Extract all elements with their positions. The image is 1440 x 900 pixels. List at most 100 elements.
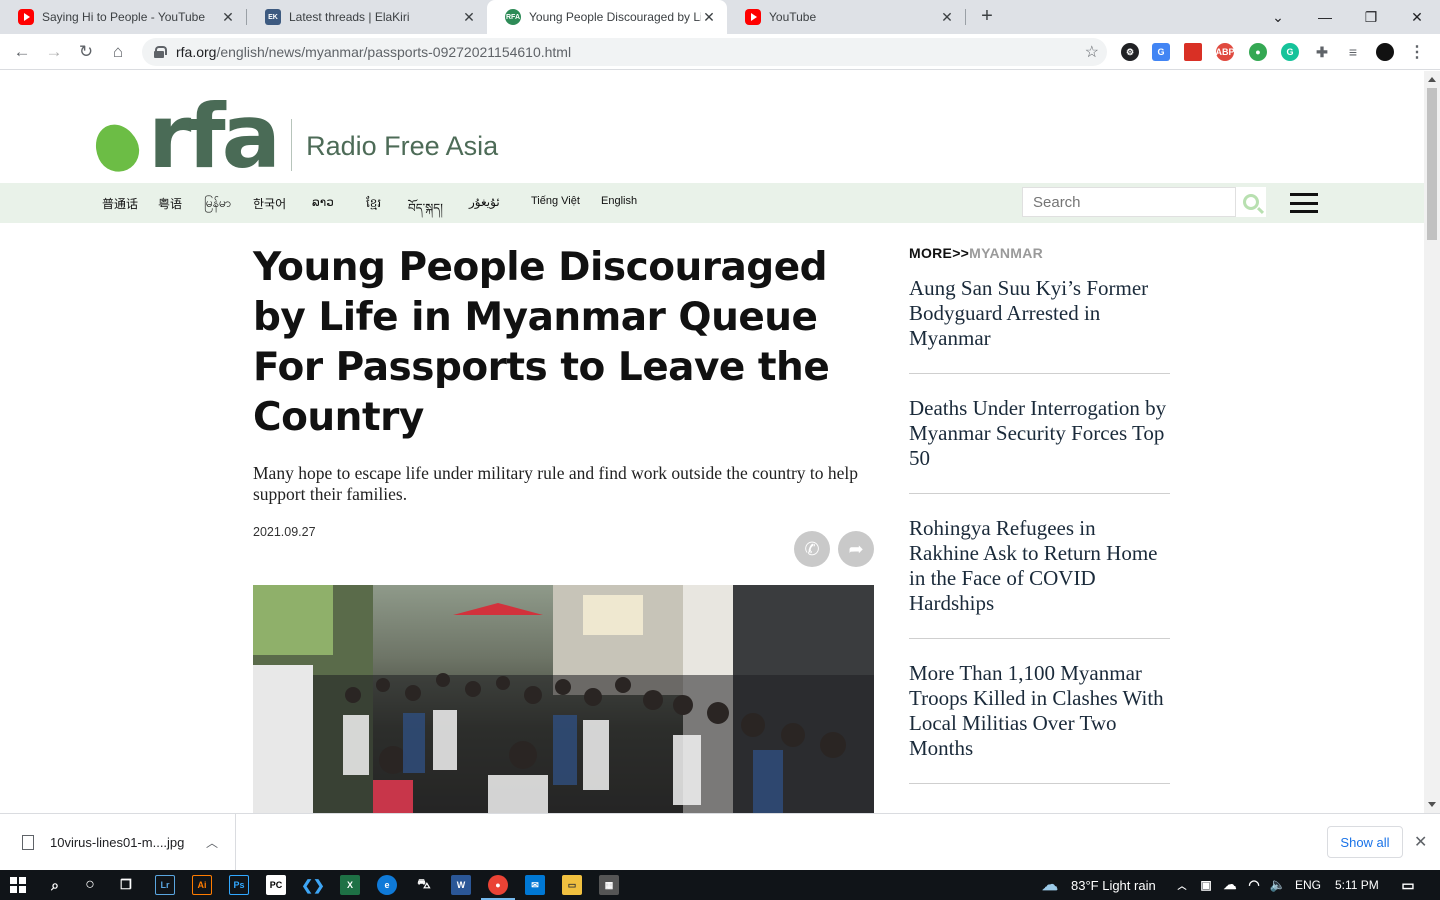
show-all-button[interactable]: Show all [1327, 826, 1403, 858]
lang-cantonese[interactable]: 粤语 [158, 195, 182, 212]
lang-tibetan[interactable]: བོད་སྐད། [408, 195, 443, 229]
address-bar[interactable]: rfa.org/english/news/myanmar/passports-0… [142, 38, 1107, 66]
tab-title: YouTube [769, 10, 817, 24]
whatsapp-share-icon[interactable]: ✆ [794, 531, 830, 567]
store-icon[interactable]: ⛍ [414, 875, 434, 895]
adblock-icon[interactable]: ABP [1216, 43, 1235, 61]
rfa-icon: RFA [505, 9, 521, 25]
illustrator-icon[interactable]: Ai [192, 875, 212, 895]
profile-avatar[interactable] [1376, 43, 1394, 61]
wifi-icon[interactable]: ◠ [1244, 875, 1264, 895]
pycharm-icon[interactable]: PC [266, 875, 286, 895]
lang-korean[interactable]: 한국어 [253, 195, 286, 212]
close-window-button[interactable]: ✕ [1394, 0, 1440, 34]
minimize-button[interactable]: — [1302, 0, 1348, 34]
mail-icon[interactable]: ✉ [525, 875, 545, 895]
search-input[interactable]: Search [1022, 187, 1236, 217]
lang-khmer[interactable]: ខ្មែរ [366, 195, 381, 213]
url-host: rfa.org [176, 44, 217, 60]
scroll-down-icon[interactable] [1428, 802, 1436, 807]
sidebar-story-4[interactable]: More Than 1,100 Myanmar Troops Killed in… [909, 661, 1170, 761]
download-item[interactable]: 10virus-lines01-m....jpg ︿ [0, 814, 236, 871]
tab-title: Young People Discouraged by Lif [529, 10, 701, 24]
clock-time[interactable]: 5:11 PM [1335, 878, 1379, 892]
story-divider [909, 783, 1170, 784]
story-divider [909, 493, 1170, 494]
tray-app-icon[interactable]: ▣ [1196, 875, 1216, 895]
file-explorer-icon[interactable]: ▭ [562, 875, 582, 895]
close-icon[interactable]: ✕ [701, 9, 717, 26]
onedrive-icon[interactable]: ☁ [1220, 875, 1240, 895]
notification-center-icon[interactable]: ▭ [1398, 875, 1418, 895]
chrome-icon[interactable]: ● [488, 875, 508, 895]
task-view-icon[interactable]: ❐ [116, 875, 136, 895]
chevron-up-icon[interactable]: ︿ [1172, 875, 1192, 895]
file-icon [22, 835, 34, 850]
scroll-thumb[interactable] [1427, 88, 1437, 240]
scroll-up-icon[interactable] [1428, 77, 1436, 82]
tab-divider [965, 9, 966, 25]
page-scrollbar[interactable] [1424, 71, 1440, 813]
tab-youtube[interactable]: YouTube ✕ [727, 0, 965, 34]
tab-elakiri[interactable]: EK Latest threads | ElaKiri ✕ [247, 0, 487, 34]
lang-lao[interactable]: ລາວ [312, 195, 334, 209]
tab-rfa-active[interactable]: RFA Young People Discouraged by Lif ✕ [487, 0, 727, 34]
weather-text[interactable]: 83°F Light rain [1071, 878, 1156, 893]
hamburger-menu-icon[interactable] [1290, 193, 1318, 213]
bookmark-star-icon[interactable]: ☆ [1085, 42, 1099, 62]
home-icon[interactable]: ⌂ [106, 40, 130, 64]
globe-extension-icon[interactable]: ● [1249, 43, 1267, 61]
translate-icon[interactable]: G [1152, 43, 1170, 61]
grammarly-icon[interactable]: G [1281, 43, 1299, 61]
close-icon[interactable]: ✕ [1414, 832, 1427, 852]
close-icon[interactable]: ✕ [939, 9, 955, 26]
sidebar-story-1[interactable]: Aung San Suu Kyi’s Former Bodyguard Arre… [909, 276, 1170, 351]
chevron-up-icon[interactable]: ︿ [206, 834, 218, 851]
new-tab-button[interactable]: + [976, 5, 998, 27]
article-photo [253, 585, 874, 813]
reading-list-icon[interactable]: ≡ [1344, 43, 1362, 61]
lang-english[interactable]: English [601, 195, 637, 207]
sidebar-story-3[interactable]: Rohingya Refugees in Rakhine Ask to Retu… [909, 516, 1170, 616]
restore-button[interactable]: ❐ [1348, 0, 1394, 34]
rfa-logo[interactable]: rfa Radio Free Asia [87, 93, 498, 181]
input-language[interactable]: ENG [1295, 878, 1321, 892]
sidebar-story-2[interactable]: Deaths Under Interrogation by Myanmar Se… [909, 396, 1170, 471]
section-link[interactable]: MYANMAR [969, 245, 1043, 261]
forward-icon[interactable]: → [42, 40, 66, 64]
volume-icon[interactable]: 🔈 [1268, 875, 1288, 895]
cortana-icon[interactable]: ○ [80, 875, 100, 895]
lang-vietnamese[interactable]: Tiếng Việt [531, 195, 580, 207]
download-bar: 10virus-lines01-m....jpg ︿ Show all ✕ [0, 813, 1440, 871]
share-arrow-icon[interactable]: ➦ [838, 531, 874, 567]
search-icon[interactable]: ⌕ [45, 875, 65, 895]
tab-strip: Saying Hi to People - YouTube ✕ EK Lates… [0, 0, 1440, 34]
edge-icon[interactable]: e [377, 875, 397, 895]
bookmark-extension-icon[interactable] [1184, 43, 1202, 61]
vscode-icon[interactable]: ❮❯ [301, 875, 324, 895]
calculator-icon[interactable]: ▦ [599, 875, 619, 895]
back-icon[interactable]: ← [10, 40, 34, 64]
extensions-puzzle-icon[interactable]: ✚ [1313, 43, 1331, 61]
search-button[interactable] [1236, 187, 1266, 217]
close-icon[interactable]: ✕ [461, 9, 477, 26]
reload-icon[interactable]: ↻ [74, 40, 98, 64]
lock-icon [154, 46, 167, 58]
extension-icon[interactable]: ⚙ [1121, 43, 1139, 61]
download-filename: 10virus-lines01-m....jpg [50, 835, 185, 850]
lightroom-icon[interactable]: Lr [155, 875, 175, 895]
search-icon [1243, 194, 1259, 210]
lang-uyghur[interactable]: ئۇيغۇر [469, 195, 500, 209]
word-icon[interactable]: W [451, 875, 471, 895]
close-icon[interactable]: ✕ [220, 9, 236, 26]
weather-cloud-icon[interactable]: ☁ [1040, 875, 1060, 895]
article-date: 2021.09.27 [253, 525, 316, 539]
windows-start-icon[interactable] [8, 875, 28, 895]
lang-mandarin[interactable]: 普通话 [102, 195, 138, 212]
excel-icon[interactable]: X [340, 875, 360, 895]
photoshop-icon[interactable]: Ps [229, 875, 249, 895]
lang-burmese[interactable]: မြန်မာ [204, 195, 231, 213]
tab-search-icon[interactable]: ⌄ [1255, 0, 1301, 34]
tab-youtube-saying-hi[interactable]: Saying Hi to People - YouTube ✕ [0, 0, 246, 34]
menu-kebab-icon[interactable]: ⋮ [1408, 43, 1426, 61]
